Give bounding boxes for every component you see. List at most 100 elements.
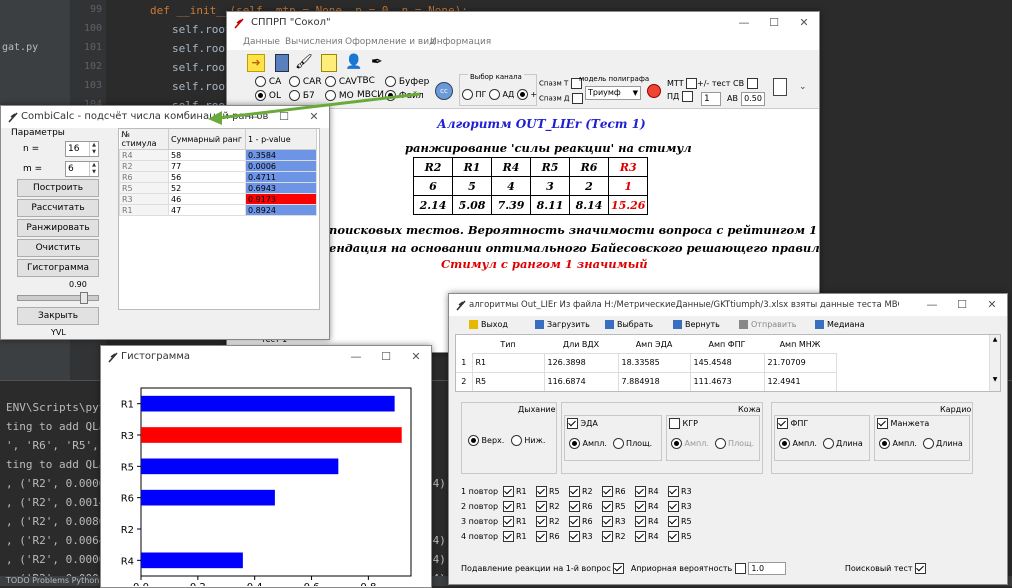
build-button[interactable]: Построить (17, 179, 99, 197)
radio-b7[interactable] (289, 90, 300, 101)
polygraph-select[interactable]: Триумф ▼ (585, 86, 641, 100)
fpg-checkbox[interactable] (777, 418, 788, 429)
table-cell[interactable]: 56 (169, 172, 246, 183)
radio-kgr-area[interactable] (715, 438, 726, 449)
repeat-checkbox[interactable] (668, 531, 679, 542)
repeat-checkbox[interactable] (569, 516, 580, 527)
table-cell[interactable]: 77 (169, 161, 246, 172)
table-cell[interactable]: 0.0006 (246, 161, 317, 172)
radio-cav[interactable] (325, 76, 336, 87)
repeat-checkbox[interactable] (536, 531, 547, 542)
minimize-button[interactable]: — (917, 294, 947, 316)
table-cell[interactable]: 46 (169, 194, 246, 205)
table-cell[interactable]: R3 (120, 194, 169, 205)
histogram-titlebar[interactable]: Гистограмма — ☐ ✕ (101, 346, 431, 370)
column-header[interactable]: Тип (472, 335, 544, 354)
cuff-checkbox[interactable] (877, 418, 888, 429)
table-cell[interactable]: 145.4548 (690, 354, 764, 373)
threshold-slider[interactable] (17, 292, 97, 302)
table-row[interactable]: R2770.0006 (120, 161, 317, 172)
table-cell[interactable]: R6 (120, 172, 169, 183)
close-button[interactable]: ✕ (401, 346, 431, 368)
feather-icon[interactable]: ✒ (371, 53, 387, 71)
calculator-icon[interactable] (275, 54, 289, 72)
radio-ol[interactable] (255, 90, 266, 101)
table-row[interactable]: R4580.3584 (120, 150, 317, 161)
repeat-checkbox[interactable] (602, 486, 613, 497)
radio-cuff-length[interactable] (923, 438, 934, 449)
menu-view[interactable]: Оформление и вид (345, 34, 435, 50)
project-file[interactable] (0, 76, 70, 95)
table-cell[interactable]: 116.6874 (544, 372, 618, 391)
table-cell[interactable]: R5 (120, 183, 169, 194)
repeat-checkbox[interactable] (536, 516, 547, 527)
column-header[interactable]: 1 - p-value (246, 129, 317, 150)
table-scrollbar[interactable]: ▲▼ (989, 335, 1000, 391)
column-header[interactable]: Амп МНЖ (764, 335, 836, 354)
pd-checkbox[interactable] (682, 91, 693, 102)
toolbar-button[interactable]: Загрузить (535, 316, 590, 334)
repeat-checkbox[interactable] (503, 531, 514, 542)
histogram-window[interactable]: Гистограмма — ☐ ✕ R4R2R6R5R3R10.00.20.40… (100, 345, 432, 588)
close-window-button[interactable]: Закрыть (17, 307, 99, 325)
exit-button[interactable]: Выход (469, 316, 508, 334)
repeat-checkbox[interactable] (536, 486, 547, 497)
repeat-checkbox[interactable] (503, 486, 514, 497)
project-file[interactable]: gat.py (0, 38, 70, 57)
combicalc-titlebar[interactable]: CombiCalc - подсчёт числа комбинаций ран… (1, 106, 329, 128)
table-cell[interactable]: 126.3898 (544, 354, 618, 373)
repeat-checkbox[interactable] (635, 486, 646, 497)
table-row[interactable]: R5520.6943 (120, 183, 317, 194)
close-button[interactable]: ✕ (977, 294, 1007, 316)
maximize-button[interactable]: ☐ (371, 346, 401, 368)
radio-mo[interactable] (325, 90, 336, 101)
search-test-checkbox[interactable] (915, 563, 926, 574)
toolbar-button[interactable]: Выбрать (605, 316, 653, 334)
combicalc-window[interactable]: CombiCalc - подсчёт числа комбинаций ран… (0, 105, 330, 340)
repeat-checkbox[interactable] (668, 516, 679, 527)
radio-fpg-ampl[interactable] (779, 438, 790, 449)
menu-data[interactable]: Данные (243, 34, 280, 50)
sv-checkbox[interactable] (747, 78, 758, 89)
column-header[interactable]: Амп ЭДА (618, 335, 690, 354)
calculate-button[interactable]: Рассчитать (17, 199, 99, 217)
table-row[interactable]: 2R5116.68747.884918111.467312.4941 (456, 372, 836, 391)
suppress-checkbox[interactable] (613, 563, 624, 574)
mtt-checkbox[interactable] (686, 78, 697, 89)
table-cell[interactable]: 58 (169, 150, 246, 161)
algorithm-window[interactable]: алгоритмы Out_LIEr Из файла H:/Метрическ… (448, 293, 1008, 585)
arrow-right-icon[interactable]: ➜ (247, 54, 265, 72)
user-icon[interactable]: 👤 (345, 53, 361, 71)
maximize-button[interactable]: ☐ (759, 12, 789, 34)
table-cell[interactable]: 52 (169, 183, 246, 194)
record-icon[interactable] (647, 84, 661, 98)
project-file[interactable] (0, 57, 70, 76)
table-cell[interactable]: 0.8924 (246, 205, 317, 216)
close-button[interactable]: ✕ (789, 12, 819, 34)
radio-ad[interactable] (489, 89, 500, 100)
table-cell[interactable]: R1 (120, 205, 169, 216)
toolbar-button[interactable]: Отправить (739, 316, 796, 334)
table-cell[interactable]: 47 (169, 205, 246, 216)
spasm-d-checkbox[interactable] (572, 93, 583, 104)
main-titlebar[interactable]: СППРП "Сокол" — ☐ ✕ (227, 12, 819, 34)
repeat-checkbox[interactable] (668, 501, 679, 512)
histogram-button[interactable]: Гистограмма (17, 259, 99, 277)
toolbar-button[interactable]: Вернуть (673, 316, 720, 334)
radio-ca[interactable] (255, 76, 266, 87)
eda-checkbox[interactable] (567, 418, 578, 429)
table-cell[interactable]: 0.4711 (246, 172, 317, 183)
repeat-checkbox[interactable] (602, 516, 613, 527)
table-cell[interactable]: 111.4673 (690, 372, 764, 391)
table-row[interactable]: R1470.8924 (120, 205, 317, 216)
chevron-down-icon[interactable]: ⌄ (799, 82, 807, 92)
repeat-checkbox[interactable] (668, 486, 679, 497)
radio-car[interactable] (289, 76, 300, 87)
table-cell[interactable]: 12.4941 (764, 372, 836, 391)
repeat-checkbox[interactable] (569, 486, 580, 497)
menu-calc[interactable]: Вычисления (285, 34, 343, 50)
column-header[interactable]: Дли ВДХ (544, 335, 618, 354)
repeat-checkbox[interactable] (503, 516, 514, 527)
repeat-checkbox[interactable] (602, 531, 613, 542)
radio-file[interactable] (385, 90, 396, 101)
